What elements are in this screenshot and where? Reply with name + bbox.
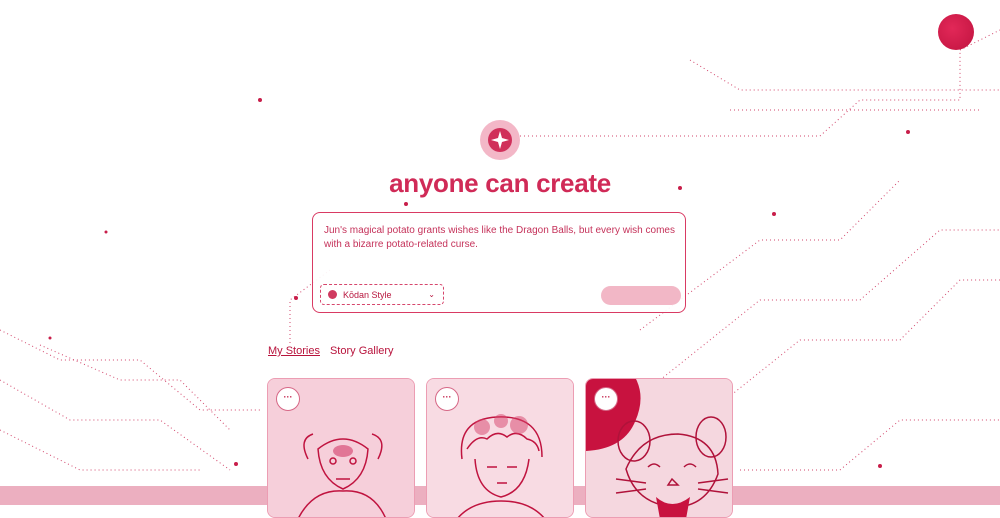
- profile-avatar[interactable]: [938, 14, 974, 50]
- hero-title: anyone can create: [389, 168, 611, 198]
- story-card-bull[interactable]: ···: [267, 378, 415, 518]
- story-card-boy[interactable]: ···: [426, 378, 574, 518]
- chevron-down-icon: ⌄: [428, 290, 435, 299]
- tab-my-stories[interactable]: My Stories: [268, 345, 320, 357]
- card-menu-button[interactable]: ···: [435, 387, 459, 411]
- story-prompt-input[interactable]: Jun's magical potato grants wishes like …: [324, 224, 676, 252]
- story-card-mouse[interactable]: ···: [585, 378, 733, 518]
- card-menu-button[interactable]: ···: [276, 387, 300, 411]
- style-dropdown-label: Kōdan Style: [343, 289, 392, 300]
- story-prompt-box[interactable]: Jun's magical potato grants wishes like …: [312, 212, 686, 313]
- sparkle-logo-icon: [480, 120, 520, 160]
- tab-story-gallery[interactable]: Story Gallery: [330, 345, 394, 357]
- card-menu-button[interactable]: ···: [594, 387, 618, 411]
- style-dropdown[interactable]: Kōdan Style ⌄: [320, 284, 444, 305]
- create-story-button[interactable]: [601, 286, 681, 305]
- style-color-icon: [328, 290, 337, 299]
- story-tabs: My Stories Story Gallery: [268, 345, 394, 357]
